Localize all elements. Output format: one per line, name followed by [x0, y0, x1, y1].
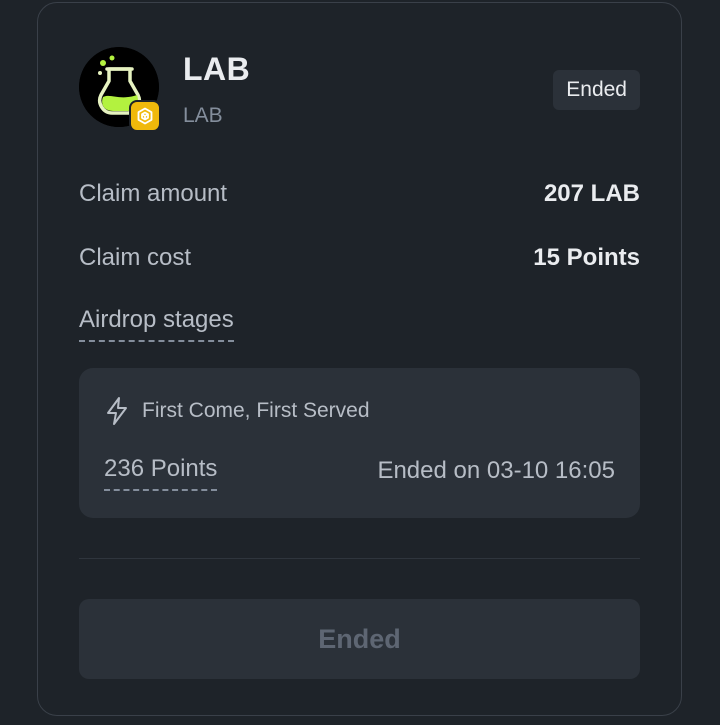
airdrop-card: LAB LAB Ended Claim amount 207 LAB Claim…	[37, 2, 682, 716]
bnb-chain-icon	[129, 100, 161, 132]
claim-amount-label: Claim amount	[79, 180, 228, 207]
status-badge: Ended	[553, 70, 640, 110]
claim-button[interactable]: Ended	[79, 599, 640, 679]
divider	[79, 558, 640, 559]
claim-cost-label: Claim cost	[79, 244, 192, 271]
stage-end-time: Ended on 03-10 16:05	[377, 457, 615, 484]
airdrop-stages-tooltip-trigger[interactable]: Airdrop stages	[79, 304, 234, 342]
lightning-icon	[104, 396, 132, 426]
stage-type: First Come, First Served	[104, 396, 370, 426]
stage-type-label: First Come, First Served	[142, 399, 370, 422]
stage-card: First Come, First Served 236 Points Ende…	[79, 368, 640, 518]
stage-points-tooltip-trigger[interactable]: 236 Points	[104, 454, 218, 491]
token-header: LAB LAB Ended	[79, 47, 640, 137]
token-symbol: LAB	[183, 104, 223, 127]
claim-cost-row: Claim cost 15 Points	[79, 242, 640, 274]
token-logo-wrap	[79, 47, 161, 132]
token-name: LAB	[183, 51, 251, 87]
claim-amount-value: 207 LAB	[543, 180, 640, 207]
claim-cost-value: 15 Points	[533, 244, 640, 271]
claim-amount-row: Claim amount 207 LAB	[79, 178, 640, 210]
